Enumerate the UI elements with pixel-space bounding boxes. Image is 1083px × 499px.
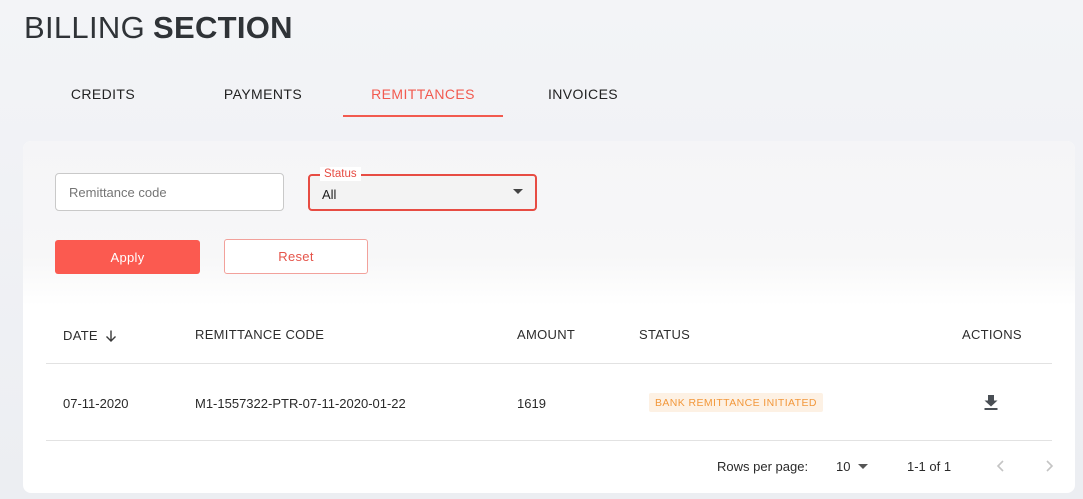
tab-remittances[interactable]: REMITTANCES [343,70,503,117]
reset-button[interactable]: Reset [224,239,368,274]
row-remittance-code: M1-1557322-PTR-07-11-2020-01-22 [195,396,406,411]
column-header-amount: AMOUNT [517,327,576,342]
remittances-card: Status All Apply Reset DATE REMITTANCE C… [23,141,1075,493]
column-header-status: STATUS [639,327,691,342]
rows-per-page-select[interactable]: 10 [836,459,869,474]
caret-down-icon [858,464,869,469]
column-header-remittance-code: REMITTANCE CODE [195,327,325,342]
tab-credits[interactable]: CREDITS [23,70,183,117]
row-divider [46,440,1052,441]
rows-per-page-label: Rows per page: [717,459,809,474]
chevron-right-icon[interactable] [1041,458,1057,474]
page-title-light: BILLING [24,10,145,45]
column-header-actions: ACTIONS [962,327,1022,342]
tab-bar: CREDITS PAYMENTS REMITTANCES INVOICES [23,70,663,117]
rows-per-page-value: 10 [836,459,851,474]
column-header-date-label: DATE [63,328,98,343]
tab-invoices[interactable]: INVOICES [503,70,663,117]
filter-panel [23,141,1075,306]
header-divider [46,363,1052,364]
arrow-down-icon [105,330,116,342]
download-icon[interactable] [983,393,999,411]
status-badge: BANK REMITTANCE INITIATED [649,393,823,412]
pagination-range: 1-1 of 1 [907,459,952,474]
apply-button[interactable]: Apply [55,240,200,274]
column-header-date[interactable]: DATE [63,328,118,343]
row-amount: 1619 [517,396,546,411]
tab-payments[interactable]: PAYMENTS [183,70,343,117]
caret-down-icon [513,189,523,194]
chevron-left-icon[interactable] [993,458,1009,474]
status-select[interactable]: Status All [308,167,537,211]
row-date: 07-11-2020 [63,396,129,411]
page-title: BILLING SECTION [24,10,293,46]
remittance-code-input[interactable] [55,173,284,211]
status-select-label: Status [320,167,361,181]
status-select-value: All [322,187,337,202]
page-title-bold: SECTION [152,10,293,45]
